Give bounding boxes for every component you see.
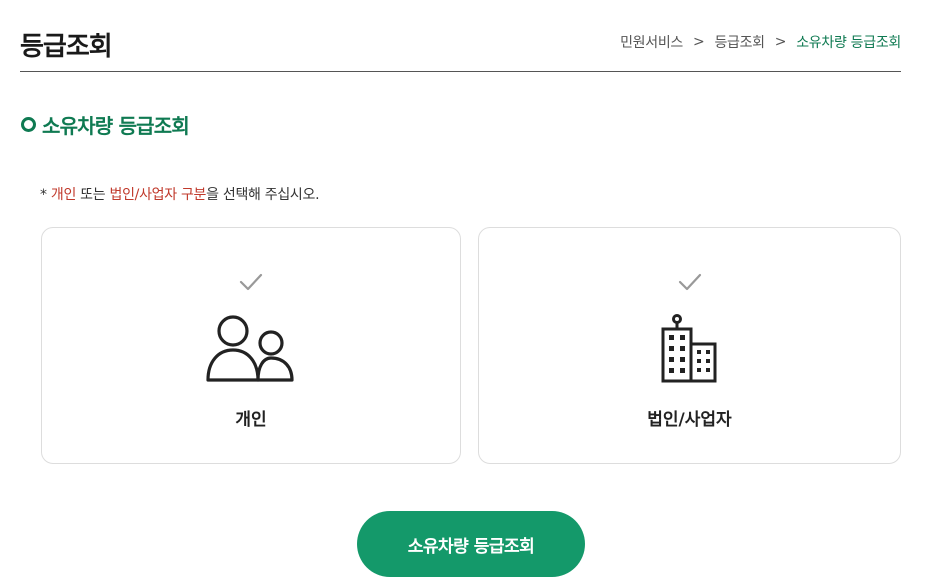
notice-prefix: * xyxy=(40,187,51,203)
section-title-text: 소유차량 등급조회 xyxy=(42,114,190,138)
page-title: 등급조회 xyxy=(20,32,113,62)
page-header: 등급조회 민원서비스 > 등급조회 > 소유차량 등급조회 xyxy=(20,0,901,72)
building-icon xyxy=(661,314,716,383)
breadcrumb-separator: > xyxy=(774,34,787,50)
notice-highlight-corporate: 법인/사업자 구분 xyxy=(109,187,207,203)
selection-notice: * 개인 또는 법인/사업자 구분을 선택해 주십시오. xyxy=(40,184,320,204)
option-label-individual: 개인 xyxy=(235,410,267,430)
option-card-individual[interactable]: 개인 xyxy=(41,227,461,464)
option-card-corporate[interactable]: 법인/사업자 xyxy=(478,227,901,464)
breadcrumb-item-civil-service[interactable]: 민원서비스 xyxy=(620,32,683,52)
notice-highlight-individual: 개인 xyxy=(50,187,77,203)
bullet-ring-icon xyxy=(21,117,36,132)
notice-suffix: 을 선택해 주십시오. xyxy=(206,187,320,203)
breadcrumb-item-current: 소유차량 등급조회 xyxy=(796,35,901,51)
option-label-corporate: 법인/사업자 xyxy=(647,410,732,430)
vehicle-grade-lookup-button[interactable]: 소유차량 등급조회 xyxy=(357,511,585,577)
section-title: 소유차량 등급조회 xyxy=(21,110,190,139)
check-icon xyxy=(678,273,701,291)
breadcrumb-item-grade-lookup[interactable]: 등급조회 xyxy=(714,32,765,52)
notice-middle: 또는 xyxy=(76,187,110,203)
breadcrumb: 민원서비스 > 등급조회 > 소유차량 등급조회 xyxy=(620,32,901,52)
check-icon xyxy=(239,273,263,291)
breadcrumb-separator: > xyxy=(693,34,705,50)
people-icon xyxy=(206,315,294,382)
